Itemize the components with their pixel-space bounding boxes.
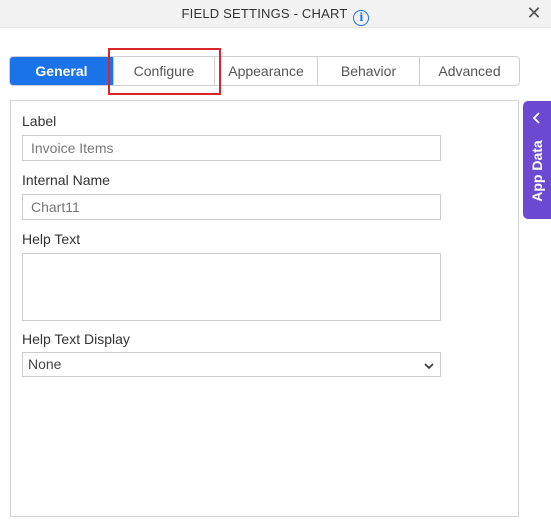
tab-configure[interactable]: Configure (113, 57, 214, 85)
tab-general[interactable]: General (10, 57, 113, 85)
tab-advanced[interactable]: Advanced (419, 57, 519, 85)
label-field-label: Label (22, 113, 57, 129)
internal-name-input[interactable]: Chart11 (22, 194, 441, 220)
chevron-down-icon (424, 363, 434, 370)
close-icon[interactable]: ✕ (525, 4, 543, 22)
dialog-title: FIELD SETTINGS - CHART i (0, 6, 551, 26)
tab-behavior[interactable]: Behavior (317, 57, 419, 85)
help-text-field-label: Help Text (22, 231, 81, 247)
help-text-textarea[interactable] (22, 253, 441, 321)
info-icon[interactable]: i (353, 10, 370, 26)
app-data-label: App Data (529, 140, 545, 202)
help-text-display-field-label: Help Text Display (22, 331, 130, 347)
help-text-display-value: None (28, 356, 62, 372)
general-settings-panel: Label Invoice Items Internal Name Chart1… (10, 100, 519, 517)
help-text-display-select[interactable]: None (22, 352, 441, 377)
dialog-title-text: FIELD SETTINGS - CHART (181, 6, 348, 21)
dialog-header: FIELD SETTINGS - CHART i ✕ (0, 0, 551, 28)
label-input[interactable]: Invoice Items (22, 135, 441, 161)
settings-tabs: General Configure Appearance Behavior Ad… (9, 56, 520, 86)
internal-name-field-label: Internal Name (22, 172, 110, 188)
tab-appearance[interactable]: Appearance (214, 57, 317, 85)
chevron-left-icon (532, 112, 540, 124)
app-data-panel-toggle[interactable]: App Data (523, 101, 551, 219)
